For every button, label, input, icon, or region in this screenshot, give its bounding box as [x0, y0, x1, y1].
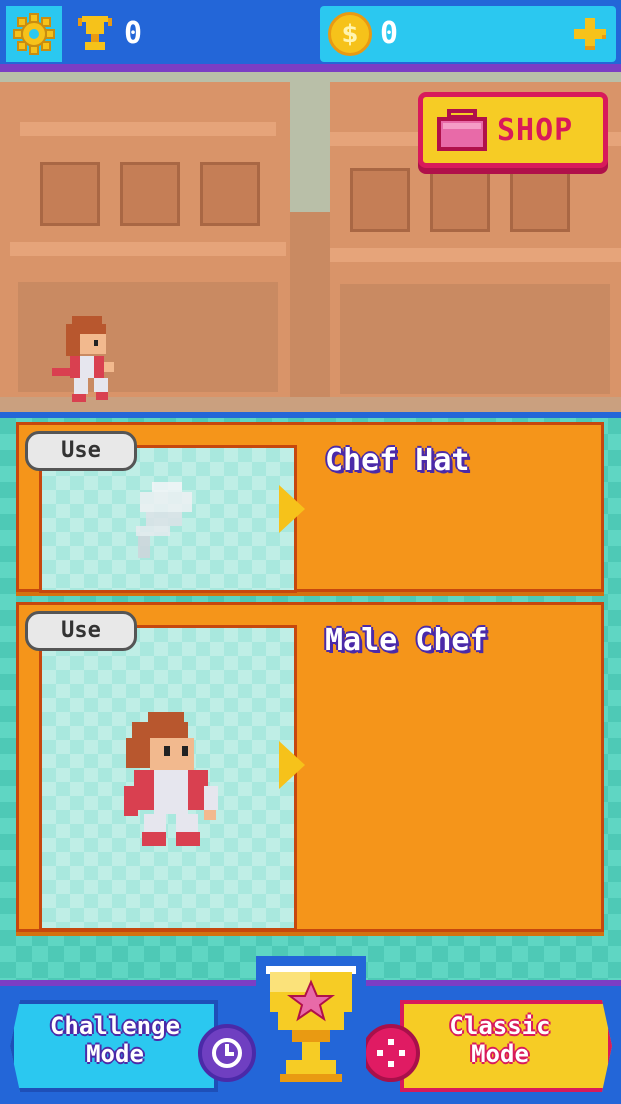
male-chef-character [124, 712, 218, 846]
item-card-male-chef[interactable]: Use Male Chef [16, 602, 604, 932]
gamepad-icon [362, 1024, 420, 1082]
player-character [52, 316, 114, 402]
coin-panel: $ 0 [320, 6, 616, 62]
arrow-right-icon[interactable] [279, 485, 305, 533]
item-name: Chef Hat [325, 443, 470, 478]
arrow-right-icon[interactable] [279, 741, 305, 789]
shop-label: SHOP [497, 113, 574, 148]
gear-icon [13, 13, 55, 55]
coin-count: 0 [380, 16, 399, 51]
chef-hat-icon [136, 482, 192, 558]
clock-icon [198, 1024, 256, 1082]
shop-button[interactable]: SHOP [418, 92, 608, 168]
plus-icon[interactable] [572, 16, 608, 52]
building-middle [290, 212, 330, 402]
item-card-chef-hat[interactable]: Use Chef Hat [16, 422, 604, 593]
use-button[interactable]: Use [25, 431, 137, 471]
settings-button[interactable] [6, 6, 62, 62]
shopping-bag-icon [437, 109, 487, 151]
classic-mode-label: Classic Mode [449, 1012, 551, 1068]
trophy-star-icon[interactable] [256, 942, 366, 1092]
item-preview [39, 625, 297, 931]
challenge-mode-label: Challenge Mode [49, 1012, 181, 1068]
use-button[interactable]: Use [25, 611, 137, 651]
top-bar: 0 $ 0 [0, 0, 621, 72]
item-name: Male Chef [325, 623, 488, 658]
trophy-icon [78, 16, 112, 50]
coin-icon: $ [328, 12, 372, 56]
trophy-count: 0 [124, 16, 143, 51]
